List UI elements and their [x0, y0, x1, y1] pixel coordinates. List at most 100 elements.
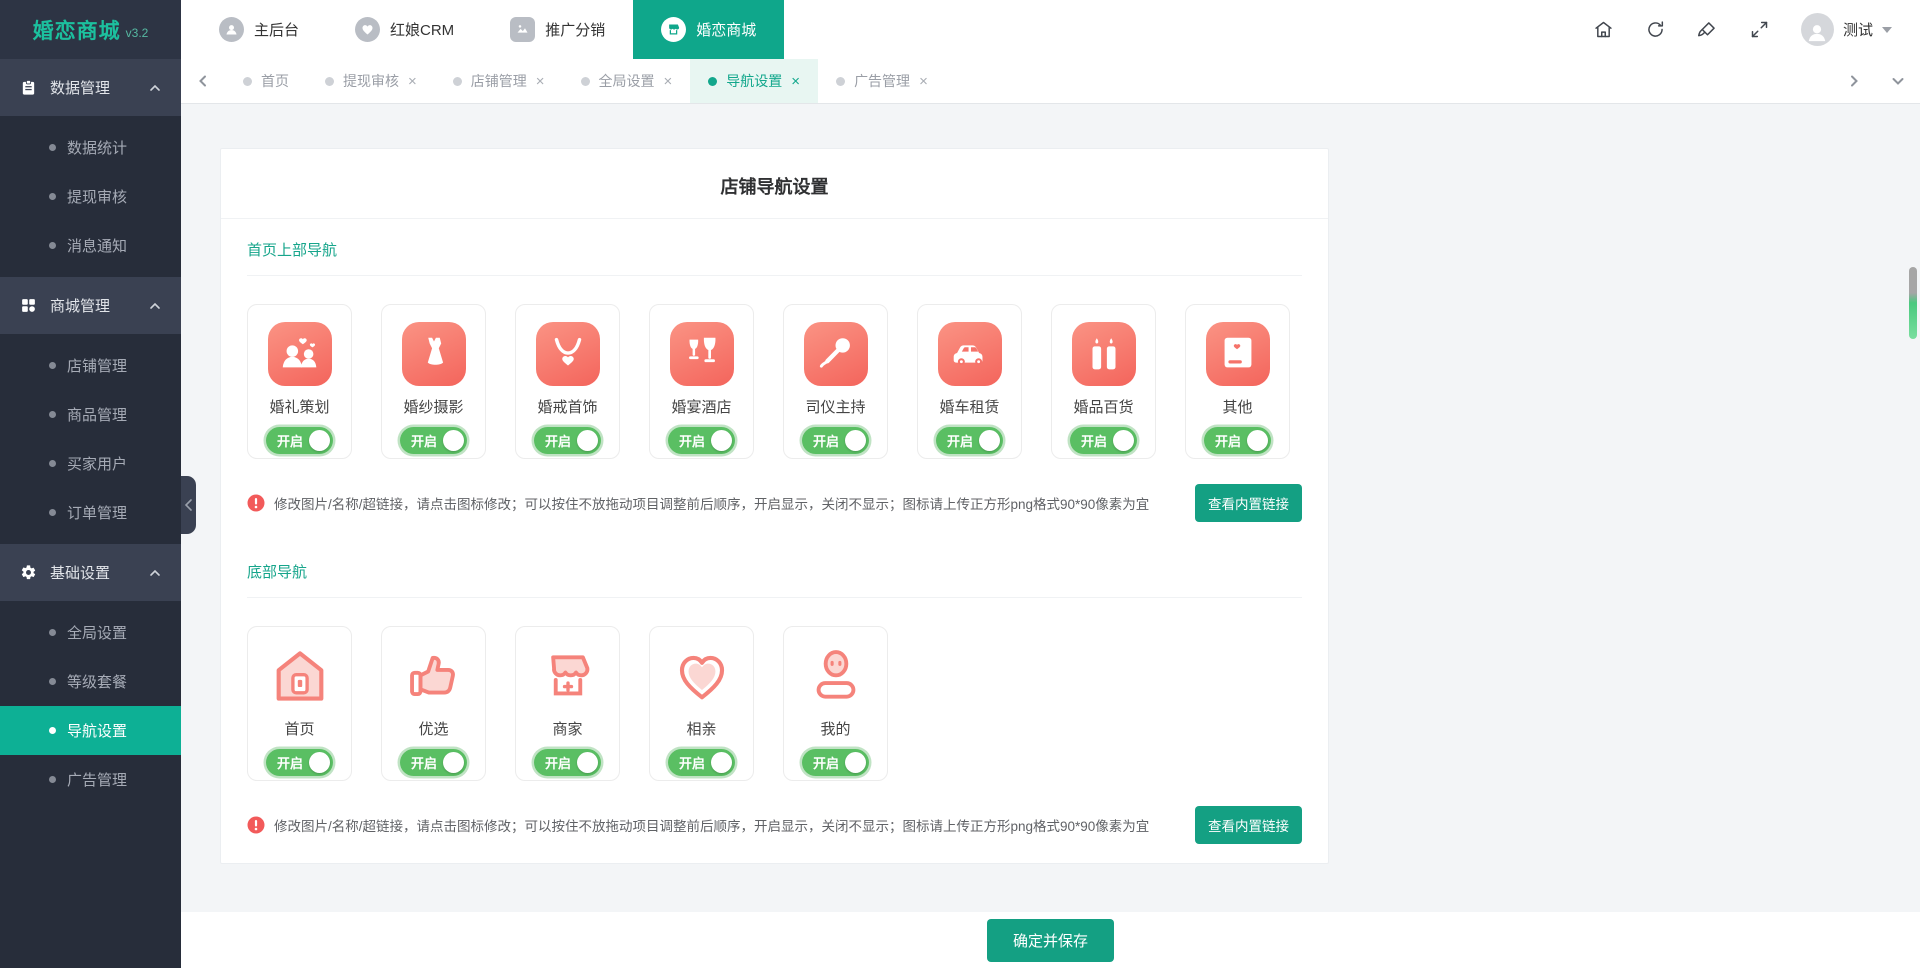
sidebar-item-buyer-users[interactable]: 买家用户 — [0, 439, 181, 488]
sidebar-collapse-handle[interactable] — [181, 476, 196, 534]
sidebar-item-ad-mgmt[interactable]: 广告管理 — [0, 755, 181, 804]
enable-toggle[interactable]: 开启 — [668, 749, 735, 776]
tab-home[interactable]: 首页 — [225, 59, 307, 103]
enable-toggle[interactable]: 开启 — [1070, 427, 1137, 454]
app-tab-label: 主后台 — [254, 19, 299, 40]
candles-icon[interactable] — [1072, 322, 1136, 386]
enable-toggle[interactable]: 开启 — [534, 427, 601, 454]
close-icon[interactable]: × — [664, 73, 673, 90]
enable-toggle[interactable]: 开启 — [1204, 427, 1271, 454]
tab-nav-settings[interactable]: 导航设置× — [690, 59, 818, 103]
tabs-scroll-right[interactable] — [1832, 59, 1876, 103]
book-heart-icon[interactable] — [1206, 322, 1270, 386]
heart-icon[interactable] — [670, 644, 734, 708]
sidebar-item-data-stats[interactable]: 数据统计 — [0, 123, 181, 172]
nav-card-profile[interactable]: 我的 开启 — [783, 626, 888, 781]
thumbs-up-icon[interactable] — [402, 644, 466, 708]
theme-brush-icon[interactable] — [1697, 19, 1718, 40]
tab-withdraw-review[interactable]: 提现审核× — [307, 59, 435, 103]
tab-shop-mgmt[interactable]: 店铺管理× — [435, 59, 563, 103]
nav-card-banquet-hotel[interactable]: 婚宴酒店 开启 — [649, 304, 754, 459]
toggle-label: 开启 — [411, 753, 437, 772]
nav-card-home[interactable]: 首页 开启 — [247, 626, 352, 781]
sidebar-item-notifications[interactable]: 消息通知 — [0, 221, 181, 270]
sidebar-group-mall[interactable]: 商城管理 — [0, 277, 181, 334]
nav-card-emcee[interactable]: 司仪主持 开启 — [783, 304, 888, 459]
necklace-icon[interactable] — [536, 322, 600, 386]
nav-card-wedding-dress-photo[interactable]: 婚纱摄影 开启 — [381, 304, 486, 459]
toggle-label: 开启 — [947, 431, 973, 450]
tabs-menu-toggle[interactable] — [1876, 59, 1920, 103]
nav-card-merchants[interactable]: 商家 开启 — [515, 626, 620, 781]
sidebar-item-withdraw-review[interactable]: 提现审核 — [0, 172, 181, 221]
tabs-scroll-left[interactable] — [181, 59, 225, 103]
nav-card-other[interactable]: 其他 开启 — [1185, 304, 1290, 459]
user-icon[interactable] — [804, 644, 868, 708]
refresh-icon[interactable] — [1645, 19, 1666, 40]
close-icon[interactable]: × — [408, 73, 417, 90]
enable-toggle[interactable]: 开启 — [668, 427, 735, 454]
enable-toggle[interactable]: 开启 — [534, 749, 601, 776]
storefront-icon[interactable] — [536, 644, 600, 708]
nav-card-matchmaking[interactable]: 相亲 开启 — [649, 626, 754, 781]
enable-toggle[interactable]: 开启 — [802, 427, 869, 454]
tab-global-settings[interactable]: 全局设置 × — [563, 59, 691, 103]
view-builtin-links-button[interactable]: 查看内置链接 — [1195, 806, 1302, 844]
tab-dot-icon — [453, 77, 462, 86]
enable-toggle[interactable]: 开启 — [400, 749, 467, 776]
fullscreen-icon[interactable] — [1749, 19, 1770, 40]
user-menu[interactable]: 测试 — [1801, 13, 1892, 46]
enable-toggle[interactable]: 开启 — [802, 749, 869, 776]
nav-card-label: 司仪主持 — [805, 396, 865, 417]
enable-toggle[interactable]: 开启 — [936, 427, 1003, 454]
nav-card-wedding-rings[interactable]: 婚戒首饰 开启 — [515, 304, 620, 459]
close-icon[interactable]: × — [536, 73, 545, 90]
close-icon[interactable]: × — [919, 73, 928, 90]
app-tab-promotion[interactable]: 推广分销 — [482, 0, 633, 59]
view-builtin-links-button[interactable]: 查看内置链接 — [1195, 484, 1302, 522]
nav-card-wedding-planning[interactable]: 婚礼策划 开启 — [247, 304, 352, 459]
enable-toggle[interactable]: 开启 — [266, 749, 333, 776]
tab-ad-mgmt[interactable]: 广告管理× — [818, 59, 946, 103]
wedding-dress-icon[interactable] — [402, 322, 466, 386]
close-icon[interactable]: × — [791, 73, 800, 90]
sidebar-group-settings[interactable]: 基础设置 — [0, 544, 181, 601]
nav-card-label: 婚车租赁 — [939, 396, 999, 417]
blocks-icon — [20, 297, 37, 314]
save-button[interactable]: 确定并保存 — [987, 919, 1114, 962]
microphone-icon[interactable] — [804, 322, 868, 386]
sidebar-group-data[interactable]: 数据管理 — [0, 59, 181, 116]
enable-toggle[interactable]: 开启 — [400, 427, 467, 454]
nav-card-wedding-car[interactable]: 婚车租赁 开启 — [917, 304, 1022, 459]
sidebar-item-level-packages[interactable]: 等级套餐 — [0, 657, 181, 706]
bottom-nav-cards-row: 首页 开启 优选 开启 商家 开启 相亲 开启 — [247, 598, 1302, 789]
sidebar-item-product-mgmt[interactable]: 商品管理 — [0, 390, 181, 439]
nav-card-label: 其他 — [1222, 396, 1252, 417]
home-icon[interactable] — [1593, 19, 1614, 40]
sidebar-item-nav-settings[interactable]: 导航设置 — [0, 706, 181, 755]
wedding-planning-icon[interactable] — [268, 322, 332, 386]
bullet-dot-icon — [49, 776, 56, 783]
nav-card-picks[interactable]: 优选 开启 — [381, 626, 486, 781]
home-icon[interactable] — [268, 644, 332, 708]
nav-card-wedding-goods[interactable]: 婚品百货 开启 — [1051, 304, 1156, 459]
nav-card-label: 相亲 — [686, 718, 716, 739]
toggle-label: 开启 — [411, 431, 437, 450]
nav-settings-panel: 店铺导航设置 首页上部导航 婚礼策划 开启 婚纱摄影 开启 婚戒首饰 开启 — [220, 148, 1329, 864]
sidebar-item-order-mgmt[interactable]: 订单管理 — [0, 488, 181, 537]
app-tab-main-admin[interactable]: 主后台 — [191, 0, 327, 59]
wedding-car-icon[interactable] — [938, 322, 1002, 386]
wine-glasses-icon[interactable] — [670, 322, 734, 386]
tab-label: 全局设置 — [599, 71, 655, 91]
user-circle-icon — [219, 17, 244, 42]
enable-toggle[interactable]: 开启 — [266, 427, 333, 454]
app-tab-matchmaker-crm[interactable]: 红娘CRM — [327, 0, 482, 59]
toggle-knob — [443, 752, 464, 773]
page-scrollbar-thumb[interactable] — [1909, 267, 1917, 339]
top-nav-note-row: 修改图片/名称/超链接，请点击图标修改；可以按住不放拖动项目调整前后顺序，开启显… — [247, 467, 1302, 541]
bullet-dot-icon — [49, 678, 56, 685]
sidebar-item-global-settings[interactable]: 全局设置 — [0, 608, 181, 657]
sidebar-item-shop-mgmt[interactable]: 店铺管理 — [0, 341, 181, 390]
app-tab-marriage-mall[interactable]: 婚恋商城 — [633, 0, 784, 59]
chevron-right-icon — [1848, 75, 1860, 87]
